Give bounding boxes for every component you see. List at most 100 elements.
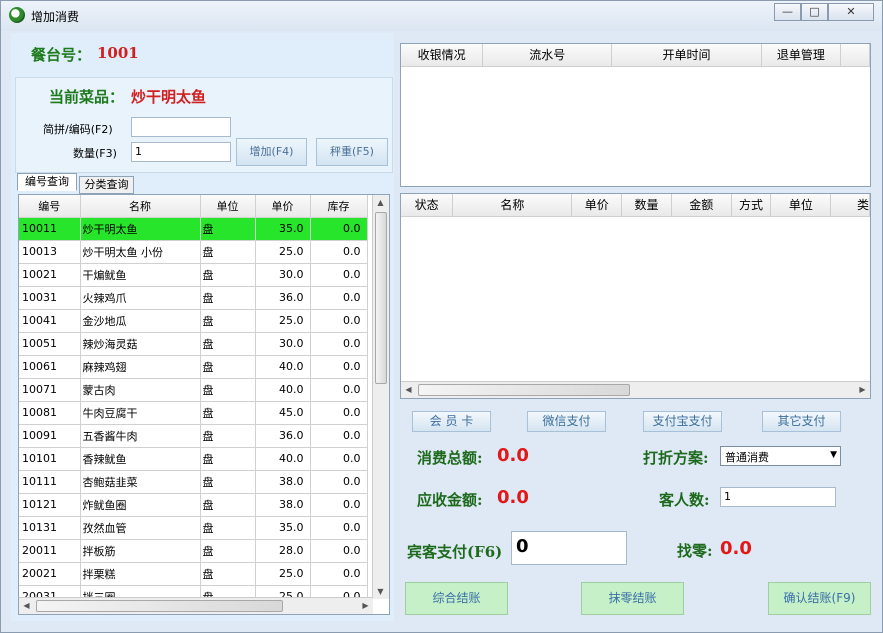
table-cell: 盘 — [200, 217, 256, 241]
table-row[interactable]: 10071 蒙古肉盘 40.0 0.0 — [19, 378, 368, 402]
table-cell: 10131 — [19, 516, 81, 540]
table-cell: 10013 — [19, 240, 81, 264]
add-button[interactable]: 增加(F4) — [236, 138, 307, 166]
table-cell: 0.0 — [310, 562, 368, 586]
other-pay-button[interactable]: 其它支付 — [762, 411, 841, 432]
table-row[interactable]: 10081 牛肉豆腐干盘 45.0 0.0 — [19, 401, 368, 425]
scroll-right-icon[interactable]: ▶ — [358, 601, 373, 610]
total-label: 消费总额: — [417, 449, 483, 467]
table-cell: 麻辣鸡翅 — [80, 355, 201, 379]
table-cell: 拌栗糕 — [80, 562, 201, 586]
scroll-left-icon[interactable]: ◀ — [19, 601, 34, 610]
dish-list-horizontal-scrollbar[interactable]: ◀ ▶ — [19, 597, 373, 614]
table-cell: 杏鲍菇韭菜 — [80, 470, 201, 494]
column-header[interactable]: 收银情况 — [401, 44, 484, 67]
table-row[interactable]: 20011 拌板筋盘 28.0 0.0 — [19, 539, 368, 563]
column-header[interactable]: 单价 — [571, 194, 623, 217]
wechat-pay-button[interactable]: 微信支付 — [527, 411, 606, 432]
table-cell: 35.0 — [255, 217, 311, 241]
table-row[interactable]: 10091 五香酱牛肉盘 36.0 0.0 — [19, 424, 368, 448]
table-cell: 盘 — [200, 516, 256, 540]
scroll-down-icon[interactable]: ▼ — [373, 587, 388, 596]
table-cell: 10071 — [19, 378, 81, 402]
bill-list-panel: 收银情况 流水号 开单时间 退单管理 — [400, 43, 871, 187]
column-header[interactable]: 单位 — [200, 195, 256, 218]
table-cell: 40.0 — [255, 355, 311, 379]
column-header[interactable]: 编号 — [19, 195, 81, 218]
guest-paid-input[interactable]: 0 — [511, 531, 627, 565]
order-horizontal-scrollbar[interactable]: ◀ ▶ — [401, 381, 870, 398]
table-row[interactable]: 10111 杏鲍菇韭菜盘 38.0 0.0 — [19, 470, 368, 494]
dish-list-grid: 编号 名称 单位 单价 库存 10011 炒干明太鱼盘 35.0 0.0 10013 炒干… — [18, 194, 390, 615]
table-row[interactable]: 10101 香辣鱿鱼盘 40.0 0.0 — [19, 447, 368, 471]
close-button[interactable]: ✕ — [828, 3, 874, 21]
table-row[interactable]: 20021 拌栗糕盘 25.0 0.0 — [19, 562, 368, 586]
table-cell: 36.0 — [255, 286, 311, 310]
table-cell: 盘 — [200, 355, 256, 379]
round-off-checkout-button[interactable]: 抹零结账 — [581, 582, 684, 615]
minimize-button[interactable]: — — [774, 3, 801, 21]
column-header[interactable]: 库存 — [310, 195, 368, 218]
add-consumption-window: 增加消费 — □ ✕ 餐台号： 1001 当前菜品： 炒干明太鱼 简拼/编码(F… — [0, 0, 883, 633]
discount-select[interactable]: 普通消费 ▼ — [720, 446, 841, 466]
tab-by-category[interactable]: 分类查询 — [79, 176, 134, 194]
column-header[interactable]: 数量 — [621, 194, 672, 217]
table-row[interactable]: 10061 麻辣鸡翅盘 40.0 0.0 — [19, 355, 368, 379]
table-row[interactable]: 10013 炒干明太鱼 小份盘 25.0 0.0 — [19, 240, 368, 264]
table-cell: 炒干明太鱼 小份 — [80, 240, 201, 264]
column-header[interactable]: 单价 — [255, 195, 311, 218]
table-row[interactable]: 10041 金沙地瓜盘 25.0 0.0 — [19, 309, 368, 333]
table-cell: 牛肉豆腐干 — [80, 401, 201, 425]
total-value: 0.0 — [497, 445, 529, 466]
table-cell: 盘 — [200, 447, 256, 471]
column-header[interactable]: 单位 — [770, 194, 832, 217]
tab-by-code[interactable]: 编号查询 — [17, 173, 77, 191]
table-cell: 10021 — [19, 263, 81, 287]
quantity-input[interactable]: 1 — [131, 142, 231, 162]
scroll-thumb[interactable] — [418, 384, 630, 396]
column-header[interactable]: 流水号 — [482, 44, 613, 67]
table-row[interactable]: 10011 炒干明太鱼盘 35.0 0.0 — [19, 217, 368, 241]
confirm-checkout-button[interactable]: 确认结账(F9) — [768, 582, 871, 615]
code-input[interactable] — [131, 117, 231, 137]
table-row[interactable]: 10021 干煸鱿鱼盘 30.0 0.0 — [19, 263, 368, 287]
column-header[interactable]: 名称 — [80, 195, 201, 218]
dish-list-vertical-scrollbar[interactable]: ▲ ▼ — [372, 195, 389, 599]
table-cell: 40.0 — [255, 447, 311, 471]
table-cell: 蒙古肉 — [80, 378, 201, 402]
member-card-button[interactable]: 会 员 卡 — [412, 411, 491, 432]
column-header[interactable]: 类 — [830, 194, 870, 217]
column-header[interactable]: 退单管理 — [761, 44, 842, 67]
scroll-left-icon[interactable]: ◀ — [401, 385, 416, 394]
table-row[interactable]: 10121 炸鱿鱼圈盘 38.0 0.0 — [19, 493, 368, 517]
change-value: 0.0 — [720, 538, 752, 559]
table-cell: 0.0 — [310, 539, 368, 563]
order-detail-panel: 状态 名称 单价 数量 金额 方式 单位 类 ◀ ▶ — [400, 193, 871, 399]
table-cell: 0.0 — [310, 516, 368, 540]
scroll-up-icon[interactable]: ▲ — [373, 198, 388, 207]
combined-checkout-button[interactable]: 综合结账 — [405, 582, 508, 615]
weigh-button[interactable]: 秤重(F5) — [316, 138, 388, 166]
table-cell: 盘 — [200, 332, 256, 356]
chevron-down-icon: ▼ — [830, 450, 837, 460]
column-header[interactable]: 金额 — [671, 194, 732, 217]
guests-input[interactable]: 1 — [720, 487, 836, 507]
table-cell: 香辣鱿鱼 — [80, 447, 201, 471]
alipay-button[interactable]: 支付宝支付 — [643, 411, 722, 432]
table-number-value: 1001 — [97, 44, 139, 62]
column-header[interactable]: 状态 — [401, 194, 454, 217]
scroll-thumb[interactable] — [36, 600, 283, 612]
table-row[interactable]: 10131 孜然血管盘 35.0 0.0 — [19, 516, 368, 540]
table-cell: 30.0 — [255, 263, 311, 287]
table-cell: 0.0 — [310, 447, 368, 471]
column-header[interactable]: 开单时间 — [611, 44, 762, 67]
table-row[interactable]: 10031 火辣鸡爪盘 36.0 0.0 — [19, 286, 368, 310]
column-header[interactable]: 方式 — [731, 194, 772, 217]
receivable-value: 0.0 — [497, 487, 529, 508]
scroll-right-icon[interactable]: ▶ — [855, 385, 870, 394]
column-header[interactable]: 名称 — [452, 194, 573, 217]
scroll-thumb[interactable] — [375, 212, 387, 384]
maximize-button[interactable]: □ — [801, 3, 828, 21]
table-row[interactable]: 10051 辣炒海灵菇盘 30.0 0.0 — [19, 332, 368, 356]
code-field-label: 简拼/编码(F2) — [43, 123, 113, 136]
